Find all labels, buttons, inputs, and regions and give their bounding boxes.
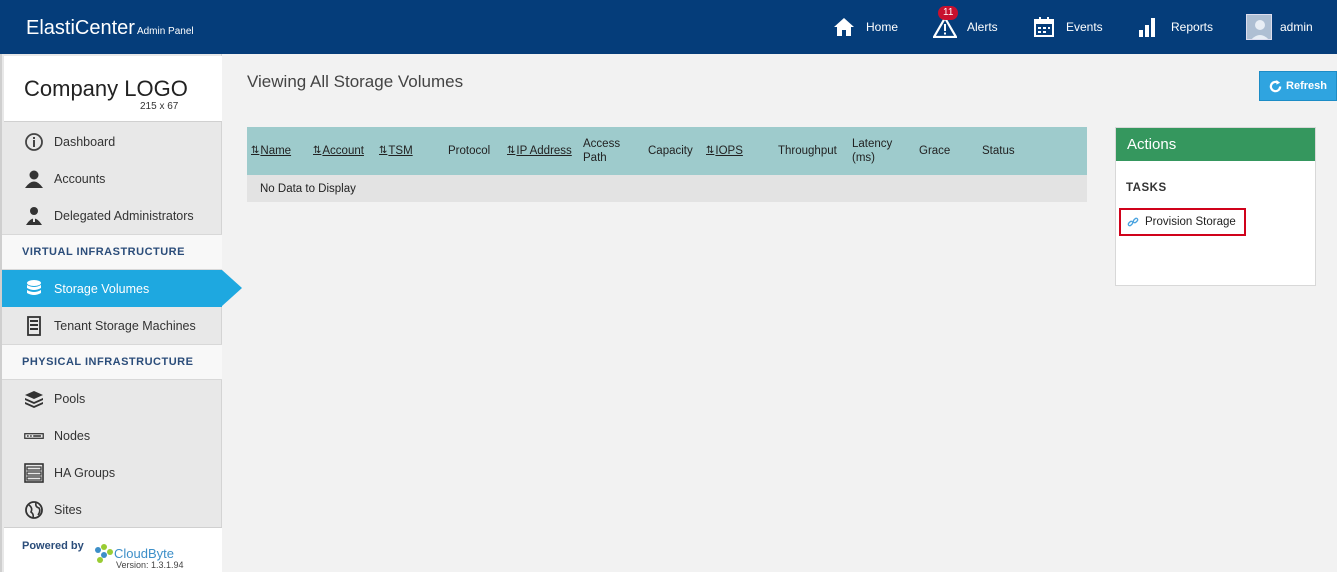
sort-icon: ⇅	[379, 145, 388, 156]
refresh-button[interactable]: Refresh	[1259, 71, 1337, 101]
version-text: Version: 1.3.1.94	[116, 560, 184, 570]
user-avatar	[1246, 14, 1272, 40]
rack-icon	[24, 462, 44, 483]
vendor-name: CloudByte	[114, 546, 174, 561]
table-header: ⇅ Name ⇅ Account ⇅ TSM Protocol ⇅ IP Address…	[247, 127, 1087, 175]
nav-home[interactable]: Home	[832, 0, 898, 54]
sidebar-item-ha-groups[interactable]: HA Groups	[2, 454, 222, 491]
sidebar-item-label: Pools	[54, 391, 86, 406]
nav-alerts[interactable]: 11 Alerts	[933, 0, 998, 54]
actions-panel: Actions TASKS Provision Storage	[1115, 127, 1316, 286]
nav-home-label: Home	[866, 20, 899, 34]
sidebar-item-label: Delegated Administrators	[54, 208, 194, 223]
cloudbyte-logo-icon	[92, 542, 116, 569]
brand-subtitle: Admin Panel	[136, 26, 194, 37]
column-label: IOPS	[715, 145, 743, 157]
sidebar-item-label: Sites	[54, 502, 82, 517]
powered-by-label: Powered by	[22, 540, 84, 552]
server-icon	[24, 315, 44, 336]
storage-volumes-table: ⇅ Name ⇅ Account ⇅ TSM Protocol ⇅ IP Address…	[247, 127, 1087, 202]
column-header-iops[interactable]: ⇅ IOPS	[706, 127, 743, 175]
sidebar-item-dashboard[interactable]: Dashboard	[2, 123, 222, 160]
sidebar-item-nodes[interactable]: Nodes	[2, 417, 222, 454]
bar-chart-icon	[1137, 15, 1161, 39]
home-icon	[832, 15, 856, 39]
column-header-account[interactable]: ⇅ Account	[313, 127, 364, 175]
column-label: TSM	[388, 145, 413, 157]
empty-table-message: No Data to Display	[247, 175, 1087, 202]
tasks-label: TASKS	[1126, 182, 1167, 194]
database-icon	[24, 279, 44, 299]
column-header-status: Status	[982, 145, 1015, 157]
user-icon	[24, 169, 44, 189]
logo-dimensions: 215 x 67	[140, 101, 179, 112]
admin-icon	[24, 206, 44, 226]
sidebar: Company LOGO 215 x 67 Dashboard Accounts…	[0, 54, 242, 572]
page-title: Viewing All Storage Volumes	[247, 72, 464, 91]
sidebar-item-label: Tenant Storage Machines	[54, 318, 196, 333]
section-virtual-infrastructure: VIRTUAL INFRASTRUCTURE	[2, 234, 222, 270]
nav-events-label: Events	[1066, 20, 1103, 34]
actions-title: Actions	[1116, 128, 1315, 161]
sort-icon: ⇅	[251, 145, 260, 156]
column-header-ip-address[interactable]: ⇅ IP Address	[507, 127, 572, 175]
alerts-count-badge: 11	[938, 6, 959, 20]
column-header-protocol: Protocol	[448, 145, 491, 157]
info-circle-icon	[24, 132, 44, 152]
calendar-icon	[1032, 15, 1056, 39]
column-label: Name	[260, 145, 292, 157]
nav-events[interactable]: Events	[1032, 0, 1103, 54]
sidebar-item-tenant-storage-machines[interactable]: Tenant Storage Machines	[2, 307, 222, 344]
sidebar-item-label: Dashboard	[54, 134, 116, 149]
sidebar-item-label: Storage Volumes	[54, 281, 150, 296]
sidebar-item-label: Nodes	[54, 428, 91, 443]
refresh-icon	[1269, 79, 1282, 92]
nav-user-label: admin	[1280, 20, 1313, 34]
section-physical-infrastructure: PHYSICAL INFRASTRUCTURE	[2, 344, 222, 380]
logo-text: Company LOGO	[24, 76, 188, 101]
company-logo[interactable]: Company LOGO 215 x 67	[4, 56, 222, 122]
sidebar-item-label: Accounts	[54, 171, 106, 186]
column-header-grace: Grace	[919, 145, 951, 157]
powered-by-footer: Powered by CloudByte Version: 1.3.1.94	[4, 527, 222, 572]
sort-icon: ⇅	[706, 145, 715, 156]
sidebar-item-pools[interactable]: Pools	[2, 380, 222, 417]
layers-icon	[24, 389, 44, 409]
column-label: Account	[322, 145, 364, 157]
column-label: IP Address	[516, 145, 572, 157]
column-header-tsm[interactable]: ⇅ TSM	[379, 127, 413, 175]
column-header-latency: Latency (ms)	[852, 138, 893, 164]
provision-storage-link[interactable]: Provision Storage	[1119, 208, 1246, 236]
link-icon	[1127, 217, 1139, 227]
globe-icon	[24, 500, 44, 520]
nav-reports-label: Reports	[1171, 20, 1214, 34]
node-icon	[24, 426, 44, 446]
refresh-label: Refresh	[1286, 80, 1327, 92]
sidebar-item-accounts[interactable]: Accounts	[2, 160, 222, 197]
column-header-access-path: Access Path	[583, 138, 621, 164]
nav-user-menu[interactable]: admin	[1246, 0, 1313, 54]
sidebar-item-sites[interactable]: Sites	[2, 491, 222, 528]
provision-storage-label: Provision Storage	[1145, 216, 1236, 228]
column-header-name[interactable]: ⇅ Name	[251, 127, 291, 175]
brand[interactable]: ElastiCenter Admin Panel	[26, 17, 194, 40]
column-header-capacity: Capacity	[648, 145, 693, 157]
sort-icon: ⇅	[313, 145, 322, 156]
column-header-throughput: Throughput	[778, 145, 837, 157]
top-bar: ElastiCenter Admin Panel Home 11 Alerts E…	[0, 0, 1337, 54]
sort-icon: ⇅	[507, 145, 516, 156]
sidebar-item-storage-volumes[interactable]: Storage Volumes	[2, 270, 242, 307]
nav-reports[interactable]: Reports	[1137, 0, 1213, 54]
sidebar-item-label: HA Groups	[54, 465, 116, 480]
nav-alerts-label: Alerts	[967, 20, 998, 34]
sidebar-item-delegated-administrators[interactable]: Delegated Administrators	[2, 197, 222, 234]
brand-name: ElastiCenter	[26, 17, 135, 39]
